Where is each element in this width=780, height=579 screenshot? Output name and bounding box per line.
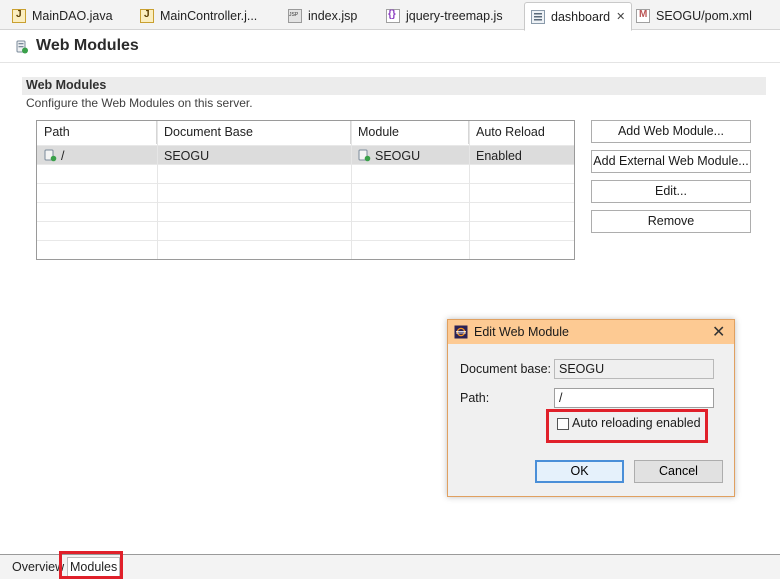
column-header-path[interactable]: Path [37, 121, 157, 144]
tab-label: SEOGU/pom.xml [656, 9, 752, 23]
tab-maincontroller[interactable]: MainController.j... [140, 3, 257, 29]
tab-dashboard[interactable]: dashboard ✕ [524, 2, 633, 31]
tab-jquery-treemap[interactable]: jquery-treemap.js [386, 3, 503, 29]
cell-document-base: SEOGU [164, 148, 210, 163]
column-header-auto-reload[interactable]: Auto Reload [469, 121, 574, 144]
web-modules-table[interactable]: Path Document Base Module Auto Reload / … [36, 120, 575, 260]
table-row-empty [37, 240, 574, 259]
module-icon [358, 149, 371, 162]
column-divider [157, 121, 158, 259]
path-input[interactable]: / [554, 388, 714, 408]
auto-reload-checkbox[interactable] [557, 418, 569, 430]
remove-button[interactable]: Remove [591, 210, 751, 233]
server-dashboard-icon [531, 9, 545, 24]
tab-label: jquery-treemap.js [406, 9, 503, 23]
tab-maindao[interactable]: MainDAO.java [12, 3, 113, 29]
page-title: Web Modules [36, 37, 139, 54]
tab-label: MainDAO.java [32, 9, 113, 23]
tab-label: MainController.j... [160, 9, 258, 23]
java-file-icon [140, 9, 154, 23]
path-label: Path: [460, 391, 490, 405]
document-base-label: Document base: [460, 362, 552, 376]
close-icon[interactable]: ✕ [712, 322, 725, 342]
add-external-web-module-button[interactable]: Add External Web Module... [591, 150, 751, 173]
js-file-icon [386, 9, 400, 23]
cancel-button[interactable]: Cancel [634, 460, 723, 483]
table-row-empty [37, 202, 574, 221]
column-divider [469, 121, 470, 259]
table-row[interactable]: / SEOGU SEOGU Enabled [37, 145, 574, 164]
eclipse-icon [454, 325, 468, 339]
tab-label: dashboard [551, 9, 611, 24]
dialog-title: Edit Web Module [474, 325, 569, 339]
web-modules-icon [16, 40, 28, 54]
section-description: Configure the Web Modules on this server… [26, 96, 253, 110]
path-value: / [61, 148, 65, 163]
dialog-titlebar[interactable]: Edit Web Module ✕ [448, 320, 734, 344]
cell-module: SEOGU [351, 146, 469, 165]
form-page-tabs: Overview Modules [0, 551, 780, 579]
tab-index-jsp[interactable]: index.jsp [288, 3, 357, 29]
table-row-empty [37, 221, 574, 240]
column-header-module[interactable]: Module [351, 121, 469, 144]
module-icon [44, 149, 57, 162]
maven-pom-icon [636, 9, 650, 23]
close-icon[interactable]: ✕ [616, 10, 625, 23]
column-header-document-base[interactable]: Document Base [157, 121, 351, 144]
cell-path: / [37, 146, 157, 165]
column-divider [351, 121, 352, 259]
highlight-box [59, 551, 123, 579]
edit-button[interactable]: Edit... [591, 180, 751, 203]
editor-tab-bar: MainDAO.java MainController.j... index.j… [0, 0, 780, 31]
table-row-empty [37, 183, 574, 202]
tab-label: index.jsp [308, 9, 358, 23]
edit-web-module-dialog: Edit Web Module ✕ Document base: SEOGU P… [447, 319, 735, 497]
tab-overview[interactable]: Overview [12, 560, 64, 574]
document-base-field: SEOGU [554, 359, 714, 379]
auto-reload-label[interactable]: Auto reloading enabled [572, 416, 701, 430]
form-header: Web Modules [0, 31, 780, 63]
section-title: Web Modules [26, 78, 107, 92]
cell-auto-reload: Enabled [476, 148, 522, 163]
table-row-empty [37, 164, 574, 183]
java-file-icon [12, 9, 26, 23]
ok-button[interactable]: OK [535, 460, 624, 483]
section-header: Web Modules [22, 77, 766, 95]
add-web-module-button[interactable]: Add Web Module... [591, 120, 751, 143]
module-value: SEOGU [375, 148, 421, 163]
jsp-file-icon [288, 9, 302, 23]
tab-pom-xml[interactable]: SEOGU/pom.xml [636, 3, 752, 29]
